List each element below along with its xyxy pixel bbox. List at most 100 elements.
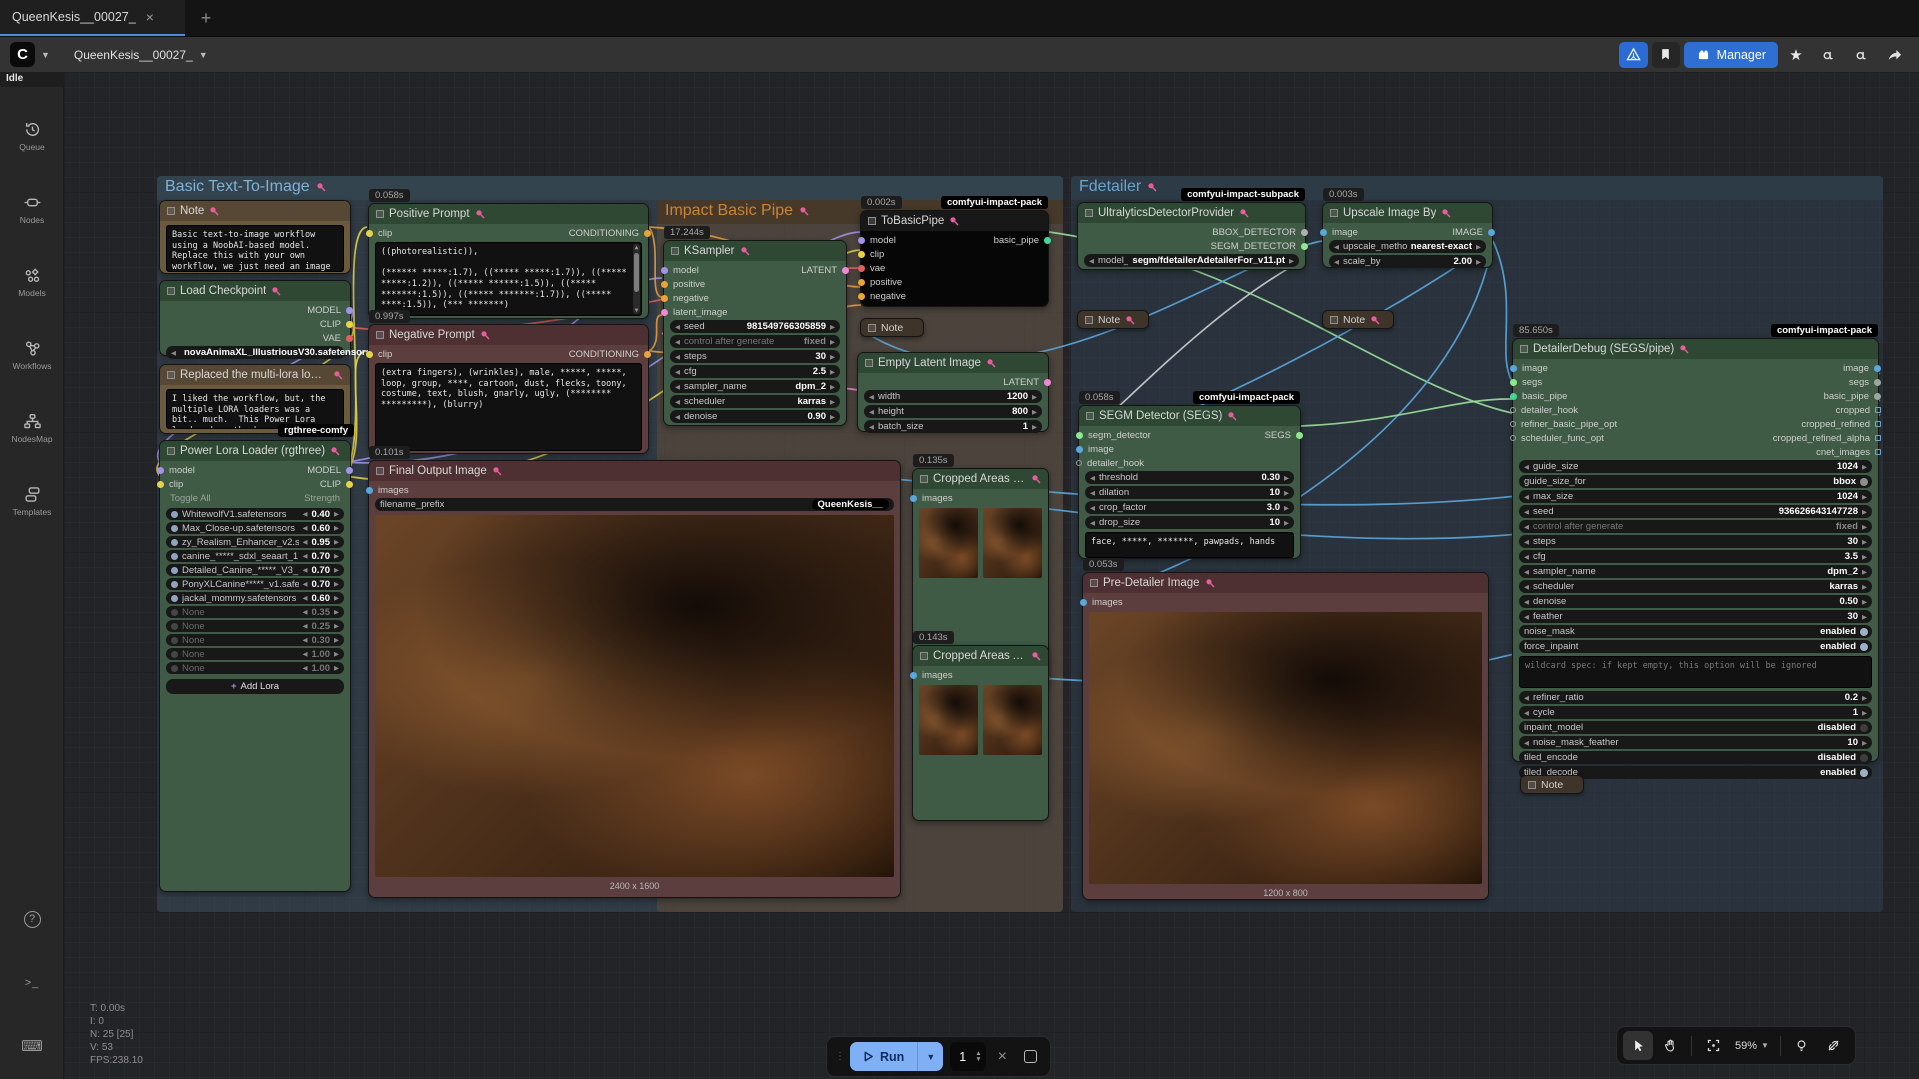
node-cropped-areas-after[interactable]: 0.143sCropped Areas Afterimages bbox=[912, 645, 1049, 821]
connection-slot[interactable] bbox=[346, 467, 353, 474]
image-thumbnail[interactable] bbox=[919, 685, 978, 755]
decrement-arrow-icon[interactable]: ◀ bbox=[303, 552, 308, 560]
node-header[interactable]: Cropped Areas After bbox=[913, 646, 1048, 666]
decrement-arrow-icon[interactable]: ◀ bbox=[675, 383, 680, 391]
increment-arrow-icon[interactable]: ▶ bbox=[1284, 519, 1289, 527]
widget-feather[interactable]: ◀feather30▶ bbox=[1519, 610, 1872, 623]
decrement-arrow-icon[interactable]: ◀ bbox=[303, 524, 308, 532]
connection-slot[interactable] bbox=[157, 481, 164, 488]
connection-slot[interactable] bbox=[858, 279, 865, 286]
node-header[interactable]: Negative Prompt bbox=[369, 325, 648, 345]
node-note-collapsed-1[interactable]: Note bbox=[860, 318, 924, 337]
decrement-arrow-icon[interactable]: ◀ bbox=[675, 338, 680, 346]
decrement-arrow-icon[interactable]: ◀ bbox=[303, 594, 308, 602]
lora-row[interactable]: Detailed_Canine_*****_V3_IL-0000...◀0.70… bbox=[166, 564, 344, 576]
decrement-arrow-icon[interactable]: ◀ bbox=[171, 349, 176, 357]
collapse-box[interactable] bbox=[865, 359, 873, 367]
sidebar-item-queue[interactable]: Queue bbox=[0, 119, 64, 152]
connection-slot[interactable] bbox=[661, 281, 668, 288]
widget-steps[interactable]: ◀steps30▶ bbox=[1519, 535, 1872, 548]
decrement-arrow-icon[interactable]: ◀ bbox=[675, 398, 680, 406]
bookmark-button[interactable] bbox=[1652, 42, 1680, 68]
node-header[interactable]: Positive Prompt bbox=[369, 204, 648, 224]
decrement-arrow-icon[interactable]: ◀ bbox=[1524, 583, 1529, 591]
batch-count-stepper[interactable]: ▲▼ bbox=[971, 1051, 981, 1063]
image-preview[interactable] bbox=[1089, 612, 1482, 884]
connection-slot[interactable] bbox=[910, 495, 917, 502]
connection-slot[interactable] bbox=[1044, 379, 1051, 386]
lora-row[interactable]: zy_Realism_Enhancer_v2.safetensors◀0.95▶ bbox=[166, 536, 344, 548]
connection-slot[interactable] bbox=[1875, 407, 1881, 413]
decrement-arrow-icon[interactable]: ◀ bbox=[675, 323, 680, 331]
text-widget[interactable]: face, *****, *******, pawpads, hands bbox=[1085, 532, 1294, 558]
widget-sampler-name[interactable]: ◀sampler_namedpm_2▶ bbox=[670, 380, 840, 393]
batch-count-input[interactable]: 1 ▲▼ bbox=[950, 1042, 985, 1071]
node-header[interactable]: Power Lora Loader (rgthree) bbox=[160, 441, 350, 461]
decrement-arrow-icon[interactable]: ◀ bbox=[303, 650, 308, 658]
zoom-level-dropdown[interactable]: 59% ▼ bbox=[1730, 1031, 1774, 1060]
widget-cfg[interactable]: ◀cfg3.5▶ bbox=[1519, 550, 1872, 563]
node-header[interactable]: DetailerDebug (SEGS/pipe) bbox=[1513, 339, 1878, 359]
collapse-box[interactable] bbox=[868, 324, 876, 332]
share-button[interactable] bbox=[1880, 42, 1909, 68]
decrement-arrow-icon[interactable]: ◀ bbox=[1090, 489, 1095, 497]
collapse-box[interactable] bbox=[1085, 316, 1093, 324]
increment-arrow-icon[interactable]: ▶ bbox=[1476, 243, 1481, 251]
toggle-knob[interactable] bbox=[1860, 643, 1868, 651]
increment-arrow-icon[interactable]: ▶ bbox=[830, 398, 835, 406]
increment-arrow-icon[interactable]: ▶ bbox=[1284, 489, 1289, 497]
increment-arrow-icon[interactable]: ▶ bbox=[1862, 463, 1867, 471]
widget-cycle[interactable]: ◀cycle1▶ bbox=[1519, 706, 1872, 719]
increment-arrow-icon[interactable]: ▶ bbox=[1289, 257, 1294, 265]
widget-guide-size[interactable]: ◀guide_size1024▶ bbox=[1519, 460, 1872, 473]
decrement-arrow-icon[interactable]: ◀ bbox=[1524, 553, 1529, 561]
increment-arrow-icon[interactable]: ▶ bbox=[1862, 508, 1867, 516]
collapse-box[interactable] bbox=[920, 652, 928, 660]
collapse-box[interactable] bbox=[1330, 209, 1338, 217]
increment-arrow-icon[interactable]: ▶ bbox=[334, 524, 339, 532]
connection-slot[interactable] bbox=[1510, 435, 1516, 441]
connection-slot[interactable] bbox=[644, 230, 651, 237]
increment-arrow-icon[interactable]: ▶ bbox=[334, 580, 339, 588]
decrement-arrow-icon[interactable]: ◀ bbox=[1524, 493, 1529, 501]
connection-slot[interactable] bbox=[661, 267, 668, 274]
collapse-box[interactable] bbox=[1090, 579, 1098, 587]
image-thumbnail[interactable] bbox=[983, 685, 1042, 755]
node-header[interactable]: Load Checkpoint bbox=[160, 281, 350, 301]
node-header[interactable]: Empty Latent Image bbox=[858, 353, 1048, 373]
connection-slot[interactable] bbox=[1076, 432, 1083, 439]
increment-arrow-icon[interactable]: ▶ bbox=[1862, 598, 1867, 606]
widget-force-inpaint[interactable]: force_inpaintenabled bbox=[1519, 640, 1872, 653]
sidebar-item-templates[interactable]: Templates bbox=[0, 484, 64, 517]
shortcuts-button[interactable]: ⌨ bbox=[0, 1037, 64, 1055]
increment-arrow-icon[interactable]: ▶ bbox=[830, 353, 835, 361]
decrement-arrow-icon[interactable]: ◀ bbox=[1524, 538, 1529, 546]
lora-toggle[interactable] bbox=[171, 623, 178, 630]
image-thumbnail[interactable] bbox=[983, 508, 1042, 578]
connection-slot[interactable] bbox=[1510, 393, 1517, 400]
toggle-all-label[interactable]: Toggle All bbox=[170, 493, 211, 505]
widget-crop-factor[interactable]: ◀crop_factor3.0▶ bbox=[1085, 501, 1294, 514]
decrement-arrow-icon[interactable]: ◀ bbox=[1090, 504, 1095, 512]
connection-slot[interactable] bbox=[1875, 421, 1881, 427]
decrement-arrow-icon[interactable]: ◀ bbox=[1334, 243, 1339, 251]
collapse-box[interactable] bbox=[376, 467, 384, 475]
increment-arrow-icon[interactable]: ▶ bbox=[830, 413, 835, 421]
collapse-box[interactable] bbox=[1330, 316, 1338, 324]
terminal-button[interactable]: >_ bbox=[0, 977, 64, 989]
widget-scale-by[interactable]: ◀scale_by2.00▶ bbox=[1329, 255, 1486, 268]
collapse-box[interactable] bbox=[167, 207, 175, 215]
node-final-output-image[interactable]: 0.101sFinal Output Imageimagesfilename_p… bbox=[368, 460, 901, 898]
decrement-arrow-icon[interactable]: ◀ bbox=[1524, 739, 1529, 747]
widget-width[interactable]: ◀width1200▶ bbox=[864, 390, 1042, 403]
connection-slot[interactable] bbox=[1301, 243, 1308, 250]
toggle-knob[interactable] bbox=[1860, 754, 1868, 762]
sidebar-item-workflows[interactable]: Workflows bbox=[0, 338, 64, 371]
node-negative-prompt[interactable]: 0.997sNegative PromptclipCONDITIONING(ex… bbox=[368, 324, 649, 454]
decrement-arrow-icon[interactable]: ◀ bbox=[303, 664, 308, 672]
connection-slot[interactable] bbox=[1510, 421, 1516, 427]
decrement-arrow-icon[interactable]: ◀ bbox=[869, 423, 874, 431]
node-header[interactable]: Pre-Detailer Image bbox=[1083, 573, 1488, 593]
decrement-arrow-icon[interactable]: ◀ bbox=[303, 622, 308, 630]
increment-arrow-icon[interactable]: ▶ bbox=[1862, 553, 1867, 561]
